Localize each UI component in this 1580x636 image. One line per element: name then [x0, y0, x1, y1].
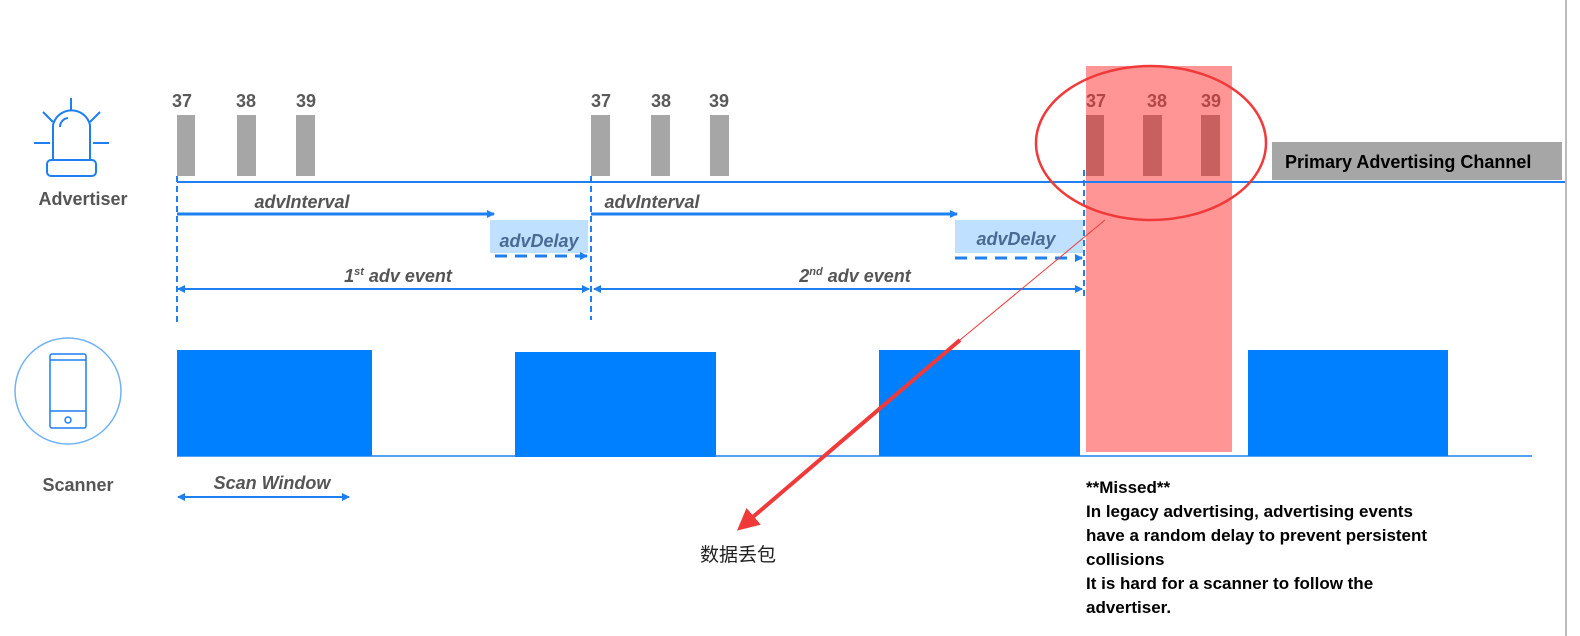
channel-37-packet: [591, 115, 610, 176]
adv-event-2-channels: 37 38 39: [591, 91, 729, 176]
scanner-label: Scanner: [42, 475, 113, 495]
smartphone-icon: [14, 337, 122, 445]
channel-39-packet: [710, 115, 729, 176]
scan-window-1: [177, 350, 372, 456]
adv-delay-label-2: advDelay: [976, 229, 1056, 249]
note-line: advertiser.: [1086, 598, 1172, 617]
channel-39-label: 39: [1201, 91, 1221, 111]
missed-title: **Missed**: [1086, 478, 1171, 497]
channel-38-packet: [237, 115, 256, 176]
channel-39-packet: [296, 115, 315, 176]
adv-event-1-channels: 37 38 39: [172, 91, 316, 176]
channel-37-packet: [1086, 115, 1104, 176]
channel-38-label: 38: [1147, 91, 1167, 111]
channel-38-label: 38: [651, 91, 671, 111]
note-line: In legacy advertising, advertising event…: [1086, 502, 1413, 521]
channel-37-label: 37: [591, 91, 611, 111]
alarm-beacon-icon: [34, 98, 109, 177]
note-line: It is hard for a scanner to follow the: [1086, 574, 1374, 593]
scan-window-3: [879, 350, 1080, 456]
packet-loss-callout: 数据丢包: [700, 544, 777, 566]
advertiser-label: Advertiser: [38, 189, 127, 209]
note-line: have a random delay to prevent persisten…: [1086, 526, 1428, 545]
channel-39-packet: [1201, 115, 1220, 176]
channel-38-packet: [651, 115, 670, 176]
adv-interval-label-1: advInterval: [254, 192, 350, 212]
scan-window-label: Scan Window: [214, 473, 332, 493]
channel-37-packet: [177, 115, 195, 176]
adv-delay-label-1: advDelay: [499, 231, 579, 251]
missed-note: **Missed** In legacy advertising, advert…: [1086, 476, 1427, 620]
adv-event-1-label: 1st adv event: [344, 266, 453, 286]
scan-window-2: [515, 352, 716, 457]
channel-38-packet: [1143, 115, 1162, 176]
channel-37-label: 37: [172, 91, 192, 111]
channel-38-label: 38: [236, 91, 256, 111]
scan-window-4: [1248, 350, 1448, 456]
channel-37-label: 37: [1086, 91, 1106, 111]
note-line: collisions: [1086, 550, 1165, 569]
adv-event-2-label: 2nd adv event: [798, 266, 912, 286]
adv-interval-label-2: advInterval: [604, 192, 700, 212]
channel-39-label: 39: [296, 91, 316, 111]
channel-39-label: 39: [709, 91, 729, 111]
primary-channel-label: Primary Advertising Channel: [1285, 152, 1531, 172]
